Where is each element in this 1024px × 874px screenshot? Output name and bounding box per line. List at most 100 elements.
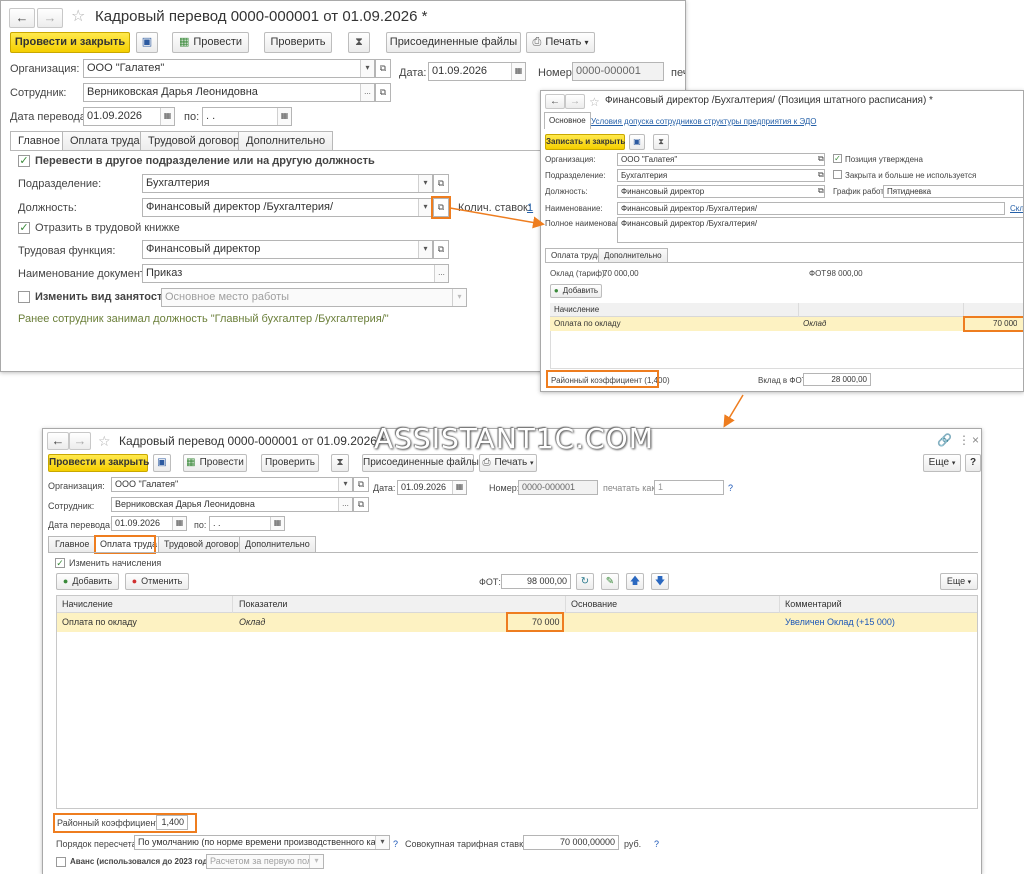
print-as-field[interactable]: 1 <box>654 480 724 495</box>
print-button[interactable]: ⎙ Печать ▾ <box>479 454 537 472</box>
floppy-icon: ▣ <box>157 457 167 468</box>
more-table-button[interactable]: Еще ▾ <box>940 573 978 590</box>
dropdown-button[interactable]: ▾ <box>375 836 389 849</box>
bottom-window-title: Кадровый перевод 0000-000001 от 01.09.20… <box>119 434 385 448</box>
transfer-date-label: Дата перевода: <box>48 520 113 530</box>
post-label: Провести <box>199 457 244 468</box>
save-button[interactable]: ▣ <box>153 454 171 472</box>
number-field[interactable]: 0000-000001 <box>518 480 598 495</box>
check-button[interactable]: Проверить <box>261 454 319 472</box>
tab-additional[interactable]: Дополнительно <box>239 536 316 552</box>
date-value: 01.09.2026 <box>401 482 447 492</box>
chevron-down-icon: ▾ <box>530 460 534 467</box>
printer-icon: ⎙ <box>482 457 491 468</box>
change-accruals-checkbox[interactable]: ✓ <box>55 558 65 568</box>
tab-divider <box>48 552 978 553</box>
forward-button[interactable]: → <box>69 432 91 450</box>
tariff-field[interactable]: 70 000,00000 <box>523 835 619 850</box>
add-button[interactable]: ● Добавить <box>56 573 119 590</box>
col-indicators[interactable]: Показатели <box>239 594 287 614</box>
print-label: Печать <box>494 457 528 468</box>
recalc-value: По умолчанию (по норме времени производс… <box>138 837 390 847</box>
highlight-row-value <box>506 612 564 632</box>
cancel-label: Отменить <box>141 576 183 586</box>
org-value: ООО "Галатея" <box>115 479 179 489</box>
open-icon: ⧉ <box>357 499 365 509</box>
to-label: по: <box>194 520 207 530</box>
edit-button[interactable]: ✎ <box>601 573 619 590</box>
move-up-button[interactable]: 🡅 <box>626 573 644 590</box>
link-icon[interactable]: 🔗 <box>937 433 952 447</box>
cancel-icon: ● <box>131 576 138 586</box>
paperclip-icon: ⧗ <box>336 457 344 468</box>
advance-checkbox[interactable] <box>56 857 66 867</box>
pencil-icon: ✎ <box>605 576 615 587</box>
fot-field[interactable]: 98 000,00 <box>501 574 571 589</box>
calendar-icon[interactable]: ▦ <box>172 517 186 530</box>
more-table-label: Еще <box>946 576 966 586</box>
open-icon: ⧉ <box>357 479 365 489</box>
arrow-to-staff <box>449 207 545 229</box>
row-indicator: Оклад <box>239 617 266 627</box>
fot-value: 98 000,00 <box>526 576 567 586</box>
tab-main[interactable]: Главное <box>48 536 97 552</box>
add-label: Добавить <box>72 576 113 586</box>
employee-value: Верниковская Дарья Леонидовна <box>115 499 255 509</box>
tariff-label: Совокупная тарифная ставка: <box>405 839 531 849</box>
date-label: Дата: <box>373 483 396 493</box>
highlight-regional <box>53 813 197 833</box>
help-button[interactable]: ? <box>965 454 981 472</box>
favorite-star-icon[interactable]: ☆ <box>98 433 111 449</box>
select-button[interactable]: ... <box>338 498 352 511</box>
refresh-button[interactable]: ↻ <box>576 573 594 590</box>
tariff-value: 70 000,00000 <box>559 837 615 847</box>
calendar-icon[interactable]: ▦ <box>270 517 284 530</box>
transfer-date-value: 01.09.2026 <box>115 518 161 528</box>
transfer-date-field[interactable]: 01.09.2026 ▦ <box>111 516 187 531</box>
calendar-icon[interactable]: ▦ <box>452 481 466 494</box>
col-basis[interactable]: Основание <box>571 594 617 614</box>
more-label: Еще <box>928 457 950 468</box>
recalc-label: Порядок пересчета <box>56 839 137 849</box>
close-icon[interactable]: × <box>972 433 979 447</box>
arrow-down-icon: 🡇 <box>654 576 666 587</box>
open-org-button[interactable]: ⧉ <box>353 477 369 492</box>
advance-field[interactable]: Расчетом за первую поло ▾ <box>206 854 324 869</box>
to-date-value: . . <box>213 518 221 528</box>
row-comment: Увеличен Оклад (+15 000) <box>785 617 895 627</box>
dropdown-button[interactable]: ▾ <box>338 478 352 491</box>
employee-field[interactable]: Верниковская Дарья Леонидовна... <box>111 497 353 512</box>
post-icon: ▦ <box>186 457 196 468</box>
dropdown-button[interactable]: ▾ <box>309 855 323 868</box>
refresh-icon: ↻ <box>580 576 590 587</box>
more-button[interactable]: Еще ▾ <box>923 454 961 472</box>
fot-label: ФОТ: <box>479 577 501 587</box>
advance-label: Аванс (использовался до 2023 года) <box>70 857 215 866</box>
org-field[interactable]: ООО "Галатея" ▾ <box>111 477 353 492</box>
col-accrual[interactable]: Начисление <box>62 594 113 614</box>
help-question-icon[interactable]: ? <box>393 839 398 849</box>
back-button[interactable]: ← <box>47 432 69 450</box>
move-down-button[interactable]: 🡇 <box>651 573 669 590</box>
post-and-close-button[interactable]: Провести и закрыть <box>48 454 149 472</box>
to-date-field[interactable]: . . ▦ <box>209 516 285 531</box>
change-accruals-label: Изменить начисления <box>69 558 162 568</box>
date-field[interactable]: 01.09.2026 ▦ <box>397 480 467 495</box>
help-question-icon[interactable]: ? <box>654 839 659 849</box>
print-as-label: печатать как: <box>603 483 658 493</box>
recalc-field[interactable]: По умолчанию (по норме времени производс… <box>134 835 390 850</box>
transfer-window-payment: ← → ☆ Кадровый перевод 0000-000001 от 01… <box>42 428 982 874</box>
advance-value: Расчетом за первую поло <box>210 856 318 866</box>
post-button[interactable]: ▦ Провести <box>183 454 247 472</box>
tab-contract[interactable]: Трудовой договор <box>158 536 245 552</box>
col-comment[interactable]: Комментарий <box>785 594 842 614</box>
plus-icon: ● <box>62 576 69 586</box>
attach-button[interactable]: ⧗ <box>331 454 349 472</box>
help-question-icon[interactable]: ? <box>728 483 733 493</box>
cancel-button[interactable]: ● Отменить <box>125 573 189 590</box>
attached-files-button[interactable]: Присоединенные файлы <box>362 454 479 472</box>
org-label: Организация: <box>48 481 105 491</box>
watermark: ASSISTANT1C.COM <box>374 422 654 455</box>
kebab-menu-icon[interactable]: ⋮ <box>958 433 970 447</box>
open-employee-button[interactable]: ⧉ <box>353 497 369 512</box>
